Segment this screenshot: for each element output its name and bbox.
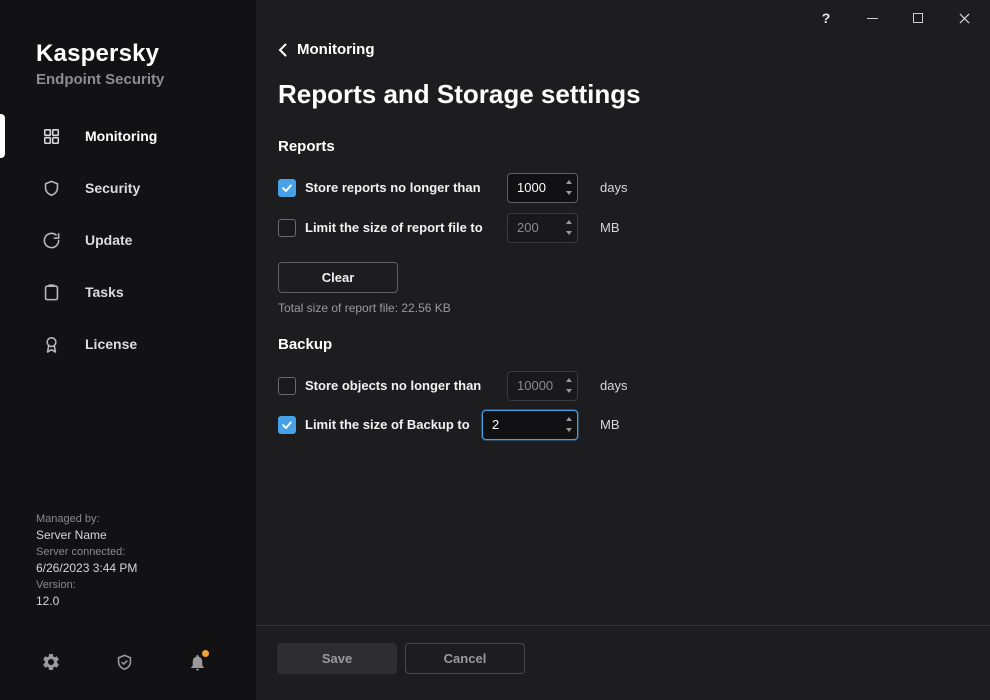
sidebar-nav: Monitoring Security Update (0, 110, 256, 370)
store-objects-row: Store objects no longer than days (278, 370, 627, 401)
brand-product: Endpoint Security (36, 71, 164, 88)
limit-report-label: Limit the size of report file to (305, 220, 483, 235)
stepper-up-button[interactable] (561, 414, 577, 425)
sidebar-item-tasks[interactable]: Tasks (0, 266, 256, 318)
limit-report-mb-field (507, 213, 578, 243)
sidebar-item-monitoring[interactable]: Monitoring (0, 110, 256, 162)
store-objects-days-field (507, 371, 578, 401)
reports-heading: Reports (278, 138, 335, 155)
limit-backup-mb-field (482, 410, 578, 440)
cancel-button[interactable]: Cancel (405, 643, 525, 674)
stepper-up-button[interactable] (561, 177, 577, 188)
main-content: ? Monitoring Reports and Storage setting… (256, 0, 990, 700)
maximize-icon (913, 13, 923, 23)
maximize-button[interactable] (910, 10, 926, 26)
managed-by-value: Server Name (36, 527, 137, 543)
close-button[interactable] (956, 10, 972, 26)
store-reports-unit: days (600, 180, 627, 195)
stepper-up-button[interactable] (561, 375, 577, 386)
store-objects-unit: days (600, 378, 627, 393)
store-reports-checkbox[interactable] (278, 179, 296, 197)
brand-name: Kaspersky (36, 40, 164, 68)
stepper (561, 174, 577, 202)
stepper-down-button[interactable] (561, 228, 577, 239)
backup-heading: Backup (278, 336, 332, 353)
version-label: Version: (36, 578, 137, 593)
settings-gear-icon[interactable] (41, 652, 61, 672)
stepper-down-button[interactable] (561, 386, 577, 397)
limit-backup-checkbox[interactable] (278, 416, 296, 434)
check-icon (281, 419, 293, 431)
update-refresh-icon (41, 230, 61, 250)
limit-report-mb-input[interactable] (508, 214, 561, 242)
license-medal-icon (41, 334, 61, 354)
sidebar-item-label: License (85, 336, 137, 352)
security-shield-icon (41, 178, 61, 198)
server-connected-label: Server connected: (36, 545, 137, 560)
brand-logo: Kaspersky Endpoint Security (36, 40, 164, 88)
help-button[interactable]: ? (818, 10, 834, 26)
sidebar-item-license[interactable]: License (0, 318, 256, 370)
titlebar-controls: ? (818, 10, 972, 26)
back-navigation[interactable]: Monitoring (278, 41, 374, 58)
sidebar: Kaspersky Endpoint Security Monitoring (0, 0, 256, 700)
app-window: Kaspersky Endpoint Security Monitoring (0, 0, 990, 700)
managed-by-label: Managed by: (36, 512, 137, 527)
limit-backup-label: Limit the size of Backup to (305, 417, 470, 432)
stepper (561, 214, 577, 242)
notifications-bell-icon[interactable] (187, 652, 207, 672)
sidebar-item-label: Monitoring (85, 128, 157, 144)
sidebar-item-label: Update (85, 232, 132, 248)
check-icon (281, 182, 293, 194)
store-reports-days-field (507, 173, 578, 203)
store-objects-days-input[interactable] (508, 372, 561, 400)
server-info: Managed by: Server Name Server connected… (36, 512, 137, 611)
total-size-text: Total size of report file: 22.56 KB (278, 301, 451, 315)
stepper-down-button[interactable] (561, 425, 577, 436)
limit-report-row: Limit the size of report file to MB (278, 212, 620, 243)
limit-report-unit: MB (600, 220, 620, 235)
limit-backup-unit: MB (600, 417, 620, 432)
stepper (561, 372, 577, 400)
sidebar-item-label: Security (85, 180, 140, 196)
limit-backup-row: Limit the size of Backup to MB (278, 409, 620, 440)
notification-dot (202, 650, 209, 657)
store-reports-row: Store reports no longer than days (278, 172, 627, 203)
protection-shield-icon[interactable] (114, 652, 134, 672)
tasks-clipboard-icon (41, 282, 61, 302)
clear-button[interactable]: Clear (278, 262, 398, 293)
back-label: Monitoring (297, 41, 374, 58)
stepper-up-button[interactable] (561, 217, 577, 228)
version-value: 12.0 (36, 593, 137, 609)
store-objects-checkbox[interactable] (278, 377, 296, 395)
sidebar-item-security[interactable]: Security (0, 162, 256, 214)
save-button[interactable]: Save (277, 643, 397, 674)
limit-backup-mb-input[interactable] (483, 411, 561, 439)
store-reports-label: Store reports no longer than (305, 180, 481, 195)
store-objects-label: Store objects no longer than (305, 378, 481, 393)
minimize-button[interactable] (864, 10, 880, 26)
limit-report-checkbox[interactable] (278, 219, 296, 237)
sidebar-item-update[interactable]: Update (0, 214, 256, 266)
footer-divider (256, 625, 990, 626)
page-title: Reports and Storage settings (278, 79, 641, 110)
sidebar-item-label: Tasks (85, 284, 124, 300)
minimize-icon (867, 18, 878, 19)
server-connected-value: 6/26/2023 3:44 PM (36, 560, 137, 576)
stepper (561, 411, 577, 439)
store-reports-days-input[interactable] (508, 174, 561, 202)
chevron-left-icon (278, 43, 287, 57)
sidebar-actions (41, 652, 207, 672)
monitoring-grid-icon (41, 126, 61, 146)
stepper-down-button[interactable] (561, 188, 577, 199)
